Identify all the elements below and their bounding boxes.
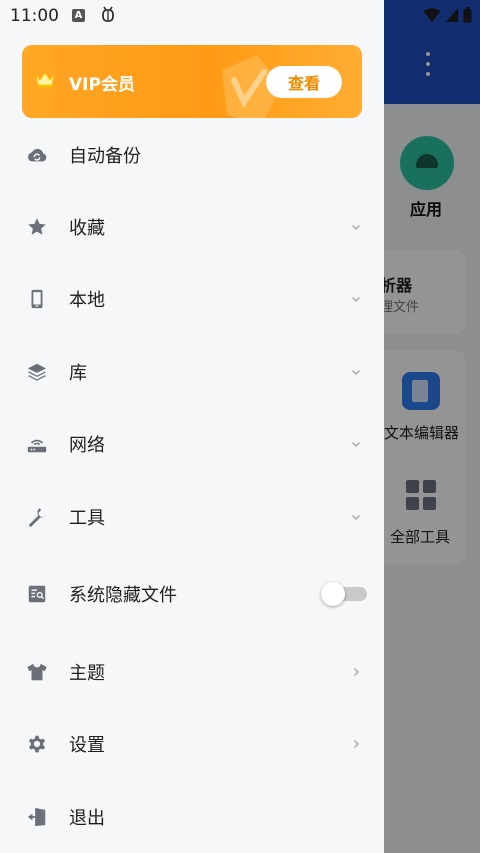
menu-label-favorites: 收藏 — [69, 218, 105, 239]
router-icon — [27, 439, 47, 453]
chevron-down-icon[interactable] — [350, 366, 362, 378]
view-vip-button[interactable]: 查看 — [266, 66, 342, 98]
menu-label-tools: 工具 — [69, 508, 105, 529]
status-icons — [423, 7, 472, 23]
menu-item-hidden-files[interactable]: 系统隐藏文件 — [0, 558, 384, 630]
wrench-icon — [28, 508, 46, 528]
menu-item-theme[interactable]: 主题 — [0, 636, 384, 708]
wifi-icon — [423, 8, 441, 22]
menu-item-favorites[interactable]: 收藏 — [0, 191, 384, 263]
search-file-icon — [28, 585, 46, 603]
phone-icon — [31, 289, 43, 309]
exit-icon — [27, 807, 46, 827]
navigation-drawer: 11:00 A VIP会员 查看 自动备份 收藏 本地 库 网络 工具 系统隐藏… — [0, 0, 384, 853]
vip-banner[interactable]: VIP会员 查看 — [22, 45, 362, 118]
menu-item-logout[interactable]: 退出 — [0, 781, 384, 853]
chevron-right-icon[interactable] — [350, 666, 362, 678]
chevron-down-icon[interactable] — [350, 511, 362, 523]
star-icon — [28, 218, 46, 235]
bug-icon — [98, 4, 118, 29]
a-icon: A — [72, 9, 85, 22]
menu-label-settings: 设置 — [69, 735, 105, 756]
battery-icon — [463, 7, 472, 23]
status-bar: 11:00 A — [0, 0, 480, 34]
menu-item-tools[interactable]: 工具 — [0, 481, 384, 553]
menu-label-library: 库 — [69, 363, 87, 384]
vip-label: VIP会员 — [69, 75, 135, 95]
menu-item-backup[interactable]: 自动备份 — [0, 119, 384, 191]
menu-label-local: 本地 — [69, 290, 105, 311]
menu-item-network[interactable]: 网络 — [0, 408, 384, 480]
menu-label-theme: 主题 — [69, 663, 105, 684]
chevron-down-icon[interactable] — [350, 438, 362, 450]
crown-icon — [35, 72, 55, 88]
signal-icon — [446, 8, 458, 22]
menu-label-network: 网络 — [69, 435, 105, 456]
gear-icon — [28, 735, 46, 753]
menu-label-hidden-files: 系统隐藏文件 — [69, 585, 177, 606]
toggle-knob — [321, 582, 345, 606]
chevron-down-icon[interactable] — [350, 221, 362, 233]
layers-icon — [27, 363, 47, 381]
hidden-files-toggle[interactable] — [321, 582, 367, 606]
tshirt-icon — [27, 663, 47, 681]
chevron-down-icon[interactable] — [350, 293, 362, 305]
cloud-sync-icon — [28, 148, 47, 162]
menu-item-library[interactable]: 库 — [0, 336, 384, 408]
menu-item-local[interactable]: 本地 — [0, 263, 384, 335]
menu-label-backup: 自动备份 — [69, 146, 141, 167]
status-time: 11:00 — [10, 6, 59, 26]
menu-label-logout: 退出 — [69, 808, 105, 829]
chevron-right-icon[interactable] — [350, 738, 362, 750]
menu-item-settings[interactable]: 设置 — [0, 708, 384, 780]
